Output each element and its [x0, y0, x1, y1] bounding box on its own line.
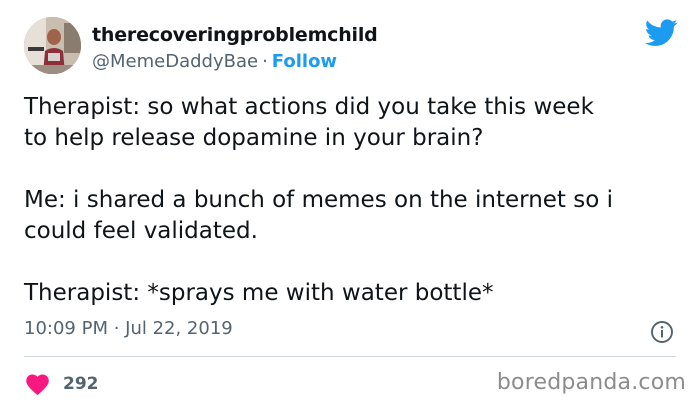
avatar[interactable]	[24, 17, 81, 74]
handle-row: @MemeDaddyBae · Follow	[92, 51, 337, 72]
watermark: boredpanda.com	[496, 370, 686, 395]
like-button[interactable]: 292	[24, 370, 99, 398]
twitter-bird-icon[interactable]	[645, 19, 678, 47]
heart-icon	[26, 374, 49, 396]
tweet-text: Therapist: so what actions did you take …	[24, 94, 614, 306]
display-name[interactable]: therecoveringproblemchild	[92, 24, 378, 46]
tweet-card: therecoveringproblemchild @MemeDaddyBae ·…	[0, 0, 700, 410]
tweet-timestamp[interactable]: 10:09 PM · Jul 22, 2019	[24, 318, 233, 339]
user-handle[interactable]: @MemeDaddyBae	[92, 51, 258, 72]
like-count: 292	[63, 374, 99, 394]
follow-button[interactable]: Follow	[272, 51, 337, 72]
divider	[24, 356, 676, 357]
separator-dot: ·	[262, 51, 268, 72]
avatar-photo	[24, 17, 81, 74]
info-icon[interactable]	[650, 320, 674, 344]
